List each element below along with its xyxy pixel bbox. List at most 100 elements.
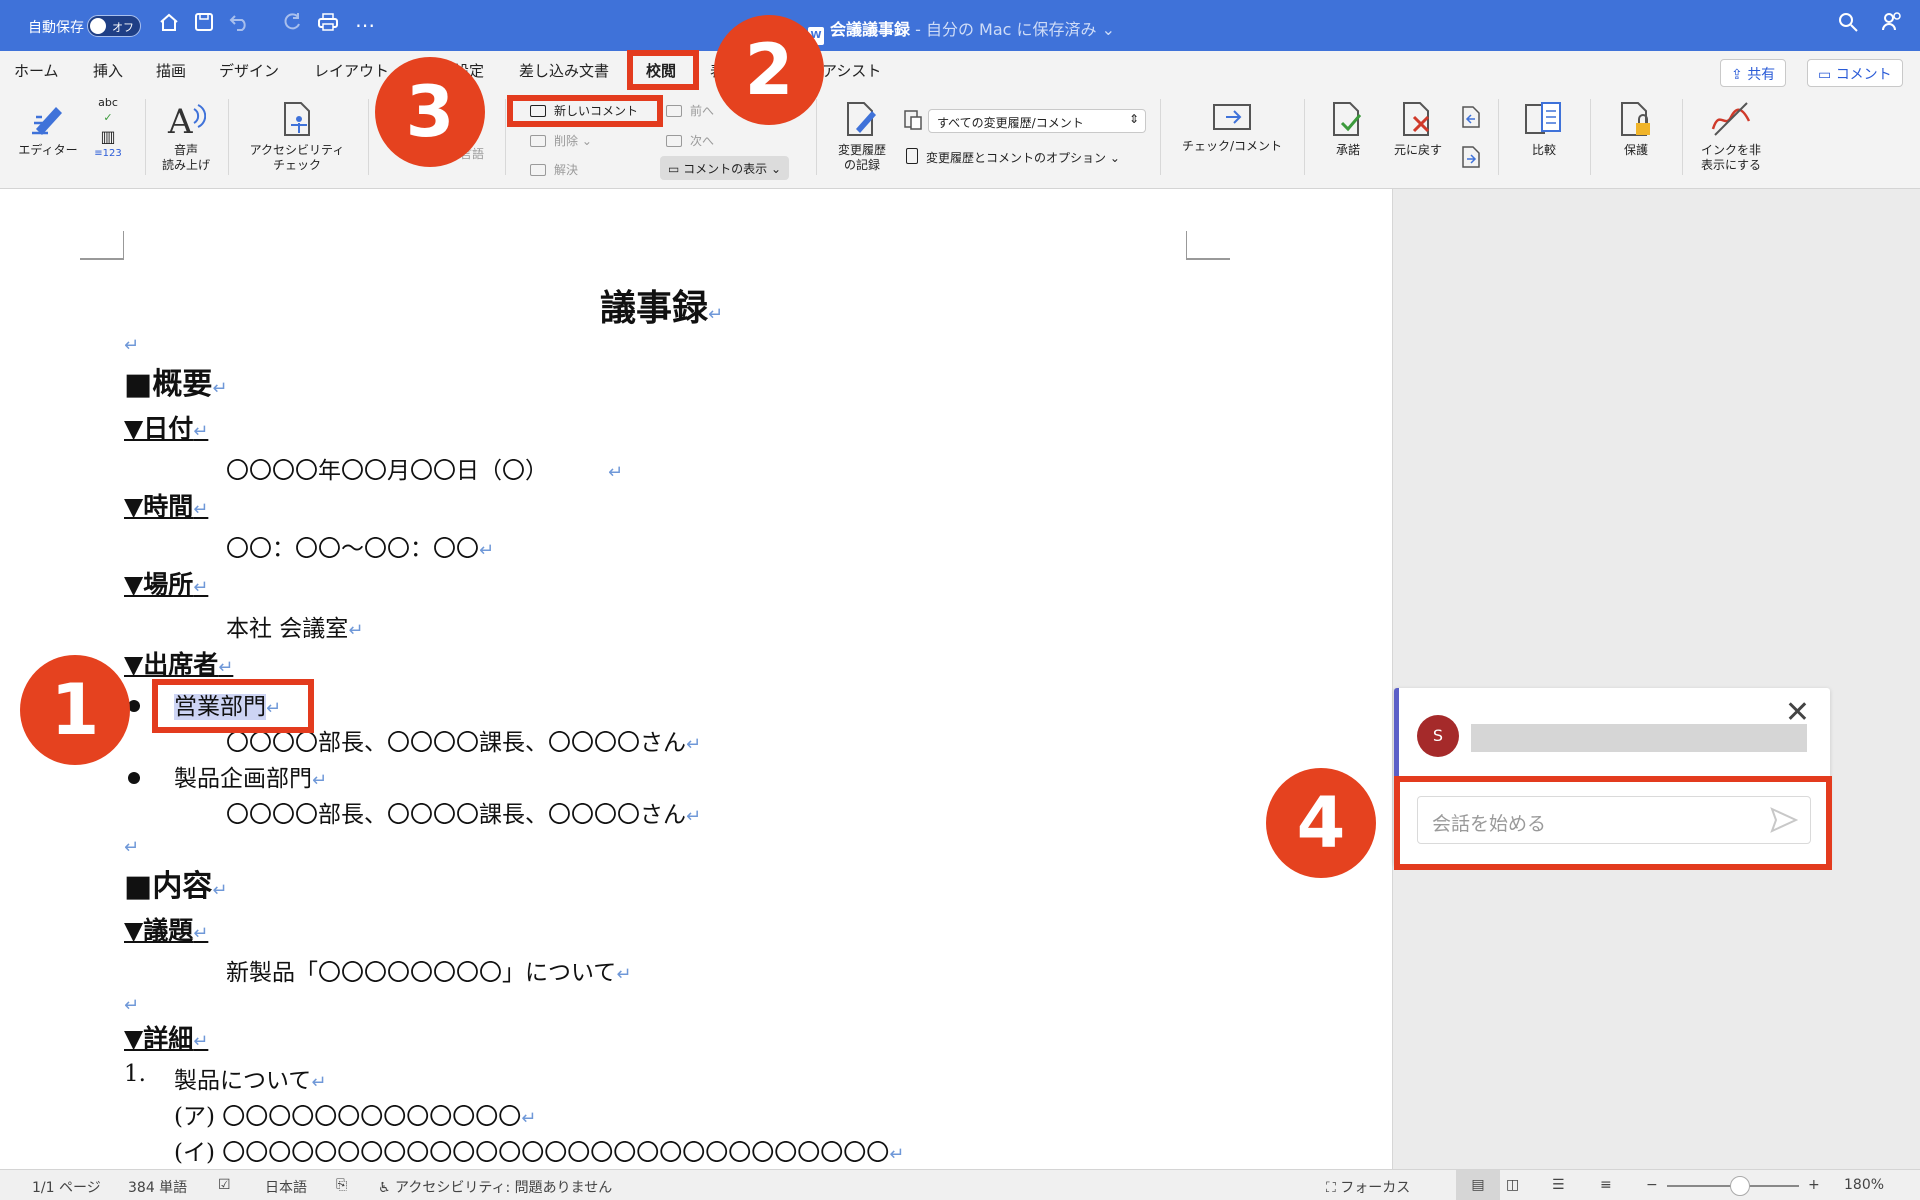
updown-icon: ⇕: [1128, 112, 1139, 126]
read-aloud-button[interactable]: A 音声 読み上げ: [154, 99, 218, 173]
editor-button[interactable]: エディター: [12, 99, 84, 158]
track-status-icon[interactable]: ⎘: [336, 1177, 347, 1193]
delete-comment-icon: [530, 135, 546, 147]
time-value: 〇〇：〇〇～〇〇：〇〇↵: [226, 536, 495, 562]
tab-assist[interactable]: アシスト: [822, 60, 881, 81]
proofing-icon[interactable]: ☑: [218, 1177, 231, 1193]
separator: [1590, 99, 1591, 175]
author-name-redacted: [1471, 724, 1807, 752]
title-bar: 自動保存 オフ ⋯ W 会議議事録 - 自分の Mac に保存済み ⌄: [0, 0, 1920, 51]
accessibility-button[interactable]: アクセシビリティ チェック: [242, 99, 352, 173]
focus-button[interactable]: ⛶ フォーカス: [1326, 1177, 1410, 1197]
save-icon[interactable]: [190, 11, 218, 39]
tab-draw[interactable]: 描画: [156, 60, 186, 81]
print-layout-icon[interactable]: ▤: [1456, 1170, 1500, 1200]
heading-attendees: ▼出席者↵: [124, 650, 234, 679]
account-icon[interactable]: [1878, 11, 1906, 39]
share-button[interactable]: ⇪ 共有: [1720, 59, 1787, 87]
chevron-down-icon[interactable]: ⌄: [1102, 20, 1115, 39]
web-layout-icon[interactable]: ◫: [1506, 1177, 1519, 1193]
separator: [1160, 99, 1161, 175]
read-aloud-label-2: 読み上げ: [161, 158, 210, 172]
check-comment-button[interactable]: チェック/コメント: [1170, 101, 1294, 154]
language-status[interactable]: 日本語: [265, 1177, 307, 1197]
accessibility-status[interactable]: ♿ アクセシビリティ: 問題ありません: [378, 1177, 612, 1197]
next-change-button[interactable]: [1456, 145, 1484, 173]
accept-button[interactable]: 承諾: [1316, 99, 1380, 158]
page-count[interactable]: 1/1 ページ: [32, 1177, 101, 1197]
accept-label: 承諾: [1335, 143, 1360, 157]
markup-options-button[interactable]: 変更履歴とコメントのオプション ⌄: [906, 148, 1120, 166]
heading-detail: ▼詳細↵: [124, 1024, 209, 1053]
previous-label: 前へ: [690, 104, 715, 118]
zoom-slider-handle[interactable]: [1729, 1176, 1750, 1196]
ribbon-tabs: ホーム 挿入 描画 デザイン レイアウト 設定 差し込み文書 校閲 表 アシスト…: [0, 51, 1920, 87]
show-comments-button[interactable]: ▭ コメントの表示 ⌄: [660, 156, 790, 180]
resolve-button[interactable]: 解決: [530, 161, 578, 178]
thesaurus-icon: ▥: [100, 127, 116, 146]
reject-label: 元に戻す: [1393, 143, 1442, 157]
callout-badge-2: 2: [714, 15, 824, 125]
dept2-people: 〇〇〇〇部長、〇〇〇〇課長、〇〇〇〇さん↵: [226, 802, 702, 828]
protect-icon: [1621, 102, 1650, 136]
home-icon[interactable]: [155, 11, 183, 39]
tab-home[interactable]: ホーム: [14, 60, 59, 81]
hide-ink-button[interactable]: インクを非 表示にする: [1690, 99, 1772, 173]
agenda-value: 新製品「〇〇〇〇〇〇〇〇」について↵: [226, 960, 632, 986]
tab-insert[interactable]: 挿入: [93, 60, 123, 81]
more-icon[interactable]: ⋯: [351, 11, 379, 39]
list-item: 製品について↵: [174, 1068, 327, 1094]
zoom-in-icon[interactable]: +: [1808, 1177, 1820, 1193]
comments-label: コメント: [1835, 67, 1892, 83]
next-comment-button[interactable]: 次へ: [666, 132, 714, 149]
autosave-toggle[interactable]: オフ: [87, 15, 141, 37]
redo-icon[interactable]: [278, 11, 306, 39]
delete-comment-button[interactable]: 削除 ⌄: [530, 132, 592, 149]
separator: [145, 99, 146, 175]
accessibility-status-icon: ♿: [378, 1180, 396, 1196]
empty-paragraph: ↵: [124, 995, 140, 1016]
zoom-level[interactable]: 180%: [1844, 1177, 1884, 1193]
track-changes-icon: [847, 102, 876, 136]
reject-button[interactable]: 元に戻す: [1386, 99, 1450, 158]
tab-mailings[interactable]: 差し込み文書: [519, 60, 609, 81]
show-comments-label: コメントの表示: [683, 162, 768, 176]
comments-button[interactable]: ▭ コメント: [1807, 59, 1903, 87]
highlight-review-tab: [627, 50, 699, 90]
show-comments-icon: ▭: [668, 162, 684, 176]
sub-item-i: (イ) 〇〇〇〇〇〇〇〇〇〇〇〇〇〇〇〇〇〇〇〇〇〇〇〇〇〇〇〇〇↵: [174, 1140, 905, 1166]
margin-corner-right: [1186, 231, 1230, 260]
autosave-label: 自動保存: [28, 20, 84, 36]
compare-button[interactable]: 比較: [1508, 99, 1580, 158]
spelling-icon: abc ✓: [98, 96, 118, 124]
previous-change-button[interactable]: [1456, 105, 1484, 133]
tab-layout[interactable]: レイアウト: [314, 60, 389, 81]
separator: [228, 99, 229, 175]
outline-icon[interactable]: ☰: [1552, 1177, 1565, 1193]
protect-button[interactable]: 保護: [1600, 99, 1672, 158]
word-count[interactable]: 384 単語: [128, 1177, 187, 1197]
spelling-button[interactable]: abc ✓ ▥ ≡123: [88, 95, 128, 161]
previous-comment-button[interactable]: 前へ: [666, 102, 714, 119]
undo-icon[interactable]: [226, 11, 254, 39]
separator: [505, 99, 506, 175]
markup-select-label: すべての変更履歴/コメント: [937, 116, 1084, 130]
hide-ink-label-2: 表示にする: [1700, 158, 1762, 172]
print-icon[interactable]: [314, 11, 342, 39]
compare-label: 比較: [1531, 143, 1556, 157]
focus-icon: ⛶: [1326, 1180, 1341, 1196]
previous-change-icon: [1462, 106, 1480, 128]
zoom-out-icon[interactable]: −: [1646, 1177, 1658, 1193]
tab-design[interactable]: デザイン: [219, 60, 279, 81]
markup-icon: [903, 109, 923, 134]
close-icon[interactable]: ✕: [1785, 698, 1810, 728]
read-aloud-label-1: 音声: [173, 143, 198, 157]
draft-icon[interactable]: ≡: [1600, 1177, 1612, 1193]
heading-date: ▼日付↵: [124, 414, 209, 443]
separator: [1682, 99, 1683, 175]
track-changes-button[interactable]: 変更履歴 の記録: [830, 99, 894, 173]
search-icon[interactable]: [1834, 11, 1862, 39]
separator: [816, 99, 817, 175]
markup-display-select[interactable]: すべての変更履歴/コメント ⇕: [928, 109, 1146, 133]
compare-icon: [1525, 102, 1561, 134]
